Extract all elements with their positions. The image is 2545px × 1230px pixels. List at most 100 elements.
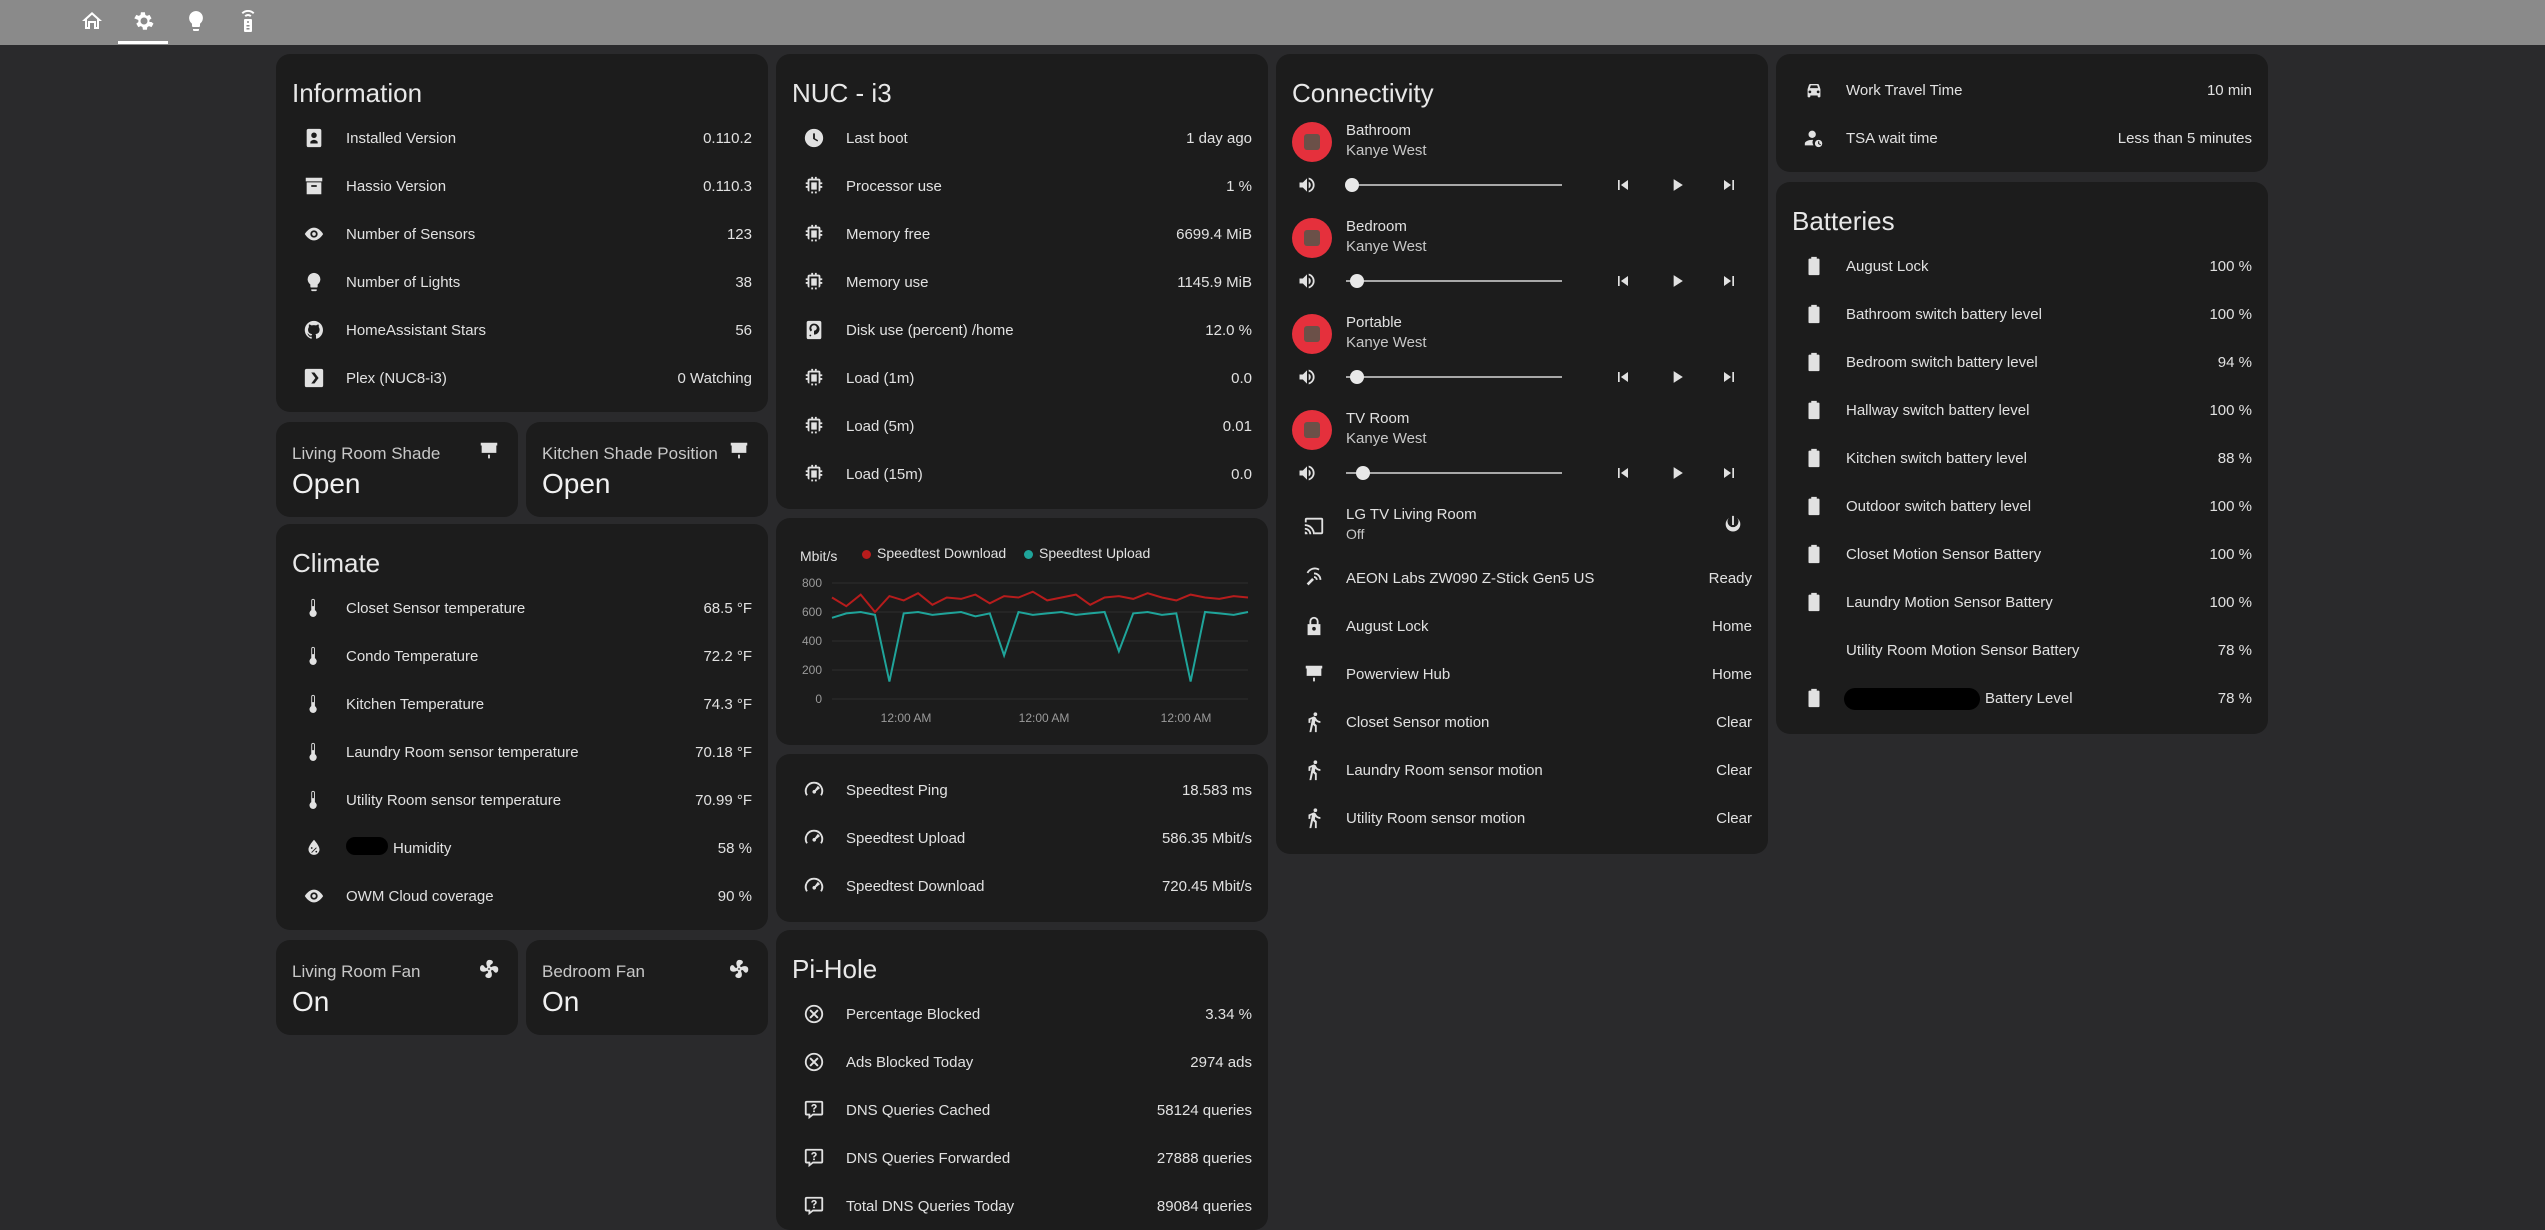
entity-row-load-5m[interactable]: Load (5m) 0.01 bbox=[776, 402, 1268, 450]
entity-row-kitchen-temperature[interactable]: Kitchen Temperature 74.3 °F bbox=[276, 680, 768, 728]
entity-row-memory-free[interactable]: Memory free 6699.4 MiB bbox=[776, 210, 1268, 258]
close-circle-icon bbox=[800, 1000, 828, 1028]
entity-row-ads-blocked-today[interactable]: Ads Blocked Today 2974 ads bbox=[776, 1038, 1268, 1086]
lightbulb-icon[interactable] bbox=[183, 8, 209, 34]
speedtest-graph-card[interactable]: Mbit/s Speedtest Download Speedtest Uplo… bbox=[776, 518, 1268, 745]
volume-slider-track[interactable] bbox=[1346, 280, 1562, 282]
remote-icon[interactable] bbox=[235, 8, 261, 34]
play-icon[interactable] bbox=[1666, 270, 1688, 292]
volume-icon[interactable] bbox=[1296, 462, 1318, 484]
entity-row-august-lock[interactable]: August Lock Home bbox=[1276, 602, 1768, 650]
entity-row-homeassistant-stars[interactable]: HomeAssistant Stars 56 bbox=[276, 306, 768, 354]
entity-value: 586.35 Mbit/s bbox=[1161, 829, 1252, 847]
power-icon[interactable] bbox=[1722, 514, 1746, 538]
entity-row-plex-nuc8-i3[interactable]: Plex (NUC8-i3) 0 Watching bbox=[276, 354, 768, 402]
entity-row-utility-room-motion-sensor-battery[interactable]: Utility Room Motion Sensor Battery 78 % bbox=[1776, 626, 2268, 674]
entity-row-kitchen-switch-battery-level[interactable]: Kitchen switch battery level 88 % bbox=[1776, 434, 2268, 482]
media-player[interactable]: TV Room Kanye West bbox=[1276, 406, 1768, 496]
living-room-shade-card[interactable]: Living Room Shade Open bbox=[276, 422, 518, 517]
skip-next-icon[interactable] bbox=[1718, 366, 1740, 388]
entity-row-bathroom-switch-battery-level[interactable]: Bathroom switch battery level 100 % bbox=[1776, 290, 2268, 338]
volume-slider-track[interactable] bbox=[1346, 376, 1562, 378]
skip-next-icon[interactable] bbox=[1718, 174, 1740, 196]
entity-state: On bbox=[542, 986, 580, 1017]
entity-row-installed-version[interactable]: Installed Version 0.110.2 bbox=[276, 114, 768, 162]
album-art[interactable] bbox=[1292, 122, 1332, 162]
entity-row-august-lock[interactable]: August Lock 100 % bbox=[1776, 242, 2268, 290]
entity-row-laundry-motion-sensor-battery[interactable]: Laundry Motion Sensor Battery 100 % bbox=[1776, 578, 2268, 626]
living-room-fan-card[interactable]: Living Room Fan On bbox=[276, 940, 518, 1035]
entity-row-outdoor-switch-battery-level[interactable]: Outdoor switch battery level 100 % bbox=[1776, 482, 2268, 530]
entity-label: Memory use bbox=[846, 273, 929, 291]
volume-icon[interactable] bbox=[1296, 270, 1318, 292]
album-art[interactable] bbox=[1292, 410, 1332, 450]
play-icon[interactable] bbox=[1666, 174, 1688, 196]
entity-row-owm-cloud-coverage[interactable]: OWM Cloud coverage 90 % bbox=[276, 872, 768, 920]
walk-icon bbox=[1300, 708, 1328, 736]
skip-previous-icon[interactable] bbox=[1612, 462, 1634, 484]
entity-row-processor-use[interactable]: Processor use 1 % bbox=[776, 162, 1268, 210]
entity-row-number-of-sensors[interactable]: Number of Sensors 123 bbox=[276, 210, 768, 258]
entity-value: 100 % bbox=[2209, 305, 2252, 323]
entity-row-memory-use[interactable]: Memory use 1145.9 MiB bbox=[776, 258, 1268, 306]
bedroom-fan-card[interactable]: Bedroom Fan On bbox=[526, 940, 768, 1035]
skip-previous-icon[interactable] bbox=[1612, 270, 1634, 292]
entity-value: 78 % bbox=[2217, 689, 2252, 707]
skip-next-icon[interactable] bbox=[1718, 270, 1740, 292]
skip-next-icon[interactable] bbox=[1718, 462, 1740, 484]
skip-previous-icon[interactable] bbox=[1612, 174, 1634, 196]
entity-row-percentage-blocked[interactable]: Percentage Blocked 3.34 % bbox=[776, 990, 1268, 1038]
entity-row-speedtest-ping[interactable]: Speedtest Ping 18.583 ms bbox=[776, 766, 1268, 814]
entity-row-laundry-room-sensor-temperature[interactable]: Laundry Room sensor temperature 70.18 °F bbox=[276, 728, 768, 776]
entity-row-number-of-lights[interactable]: Number of Lights 38 bbox=[276, 258, 768, 306]
batteries-card: Batteries August Lock 100 % Bathroom switc… bbox=[1776, 182, 2268, 734]
entity-row-speedtest-download[interactable]: Speedtest Download 720.45 Mbit/s bbox=[776, 862, 1268, 910]
entity-row-speedtest-upload[interactable]: Speedtest Upload 586.35 Mbit/s bbox=[776, 814, 1268, 862]
media-player[interactable]: Bedroom Kanye West bbox=[1276, 214, 1768, 304]
entity-row-disk-use-percent-home[interactable]: Disk use (percent) /home 12.0 % bbox=[776, 306, 1268, 354]
comment-question-icon bbox=[800, 1096, 828, 1124]
entity-row-closet-sensor-temperature[interactable]: Closet Sensor temperature 68.5 °F bbox=[276, 584, 768, 632]
entity-label: Speedtest Upload bbox=[846, 829, 966, 847]
media-player[interactable]: Bathroom Kanye West bbox=[1276, 118, 1768, 208]
skip-previous-icon[interactable] bbox=[1612, 366, 1634, 388]
volume-icon[interactable] bbox=[1296, 174, 1318, 196]
entity-row-dns-queries-forwarded[interactable]: DNS Queries Forwarded 27888 queries bbox=[776, 1134, 1268, 1182]
entity-row-condo-temperature[interactable]: Condo Temperature 72.2 °F bbox=[276, 632, 768, 680]
entity-row-dns-queries-cached[interactable]: DNS Queries Cached 58124 queries bbox=[776, 1086, 1268, 1134]
play-icon[interactable] bbox=[1666, 366, 1688, 388]
entity-row-bedroom-switch-battery-level[interactable]: Bedroom switch battery level 94 % bbox=[1776, 338, 2268, 386]
entity-row-load-15m[interactable]: Load (15m) 0.0 bbox=[776, 450, 1268, 498]
home-icon[interactable] bbox=[79, 8, 105, 34]
entity-row-hallway-switch-battery-level[interactable]: Hallway switch battery level 100 % bbox=[1776, 386, 2268, 434]
entity-row-closet-motion-sensor-battery[interactable]: Closet Motion Sensor Battery 100 % bbox=[1776, 530, 2268, 578]
entity-row-utility-room-sensor-motion[interactable]: Utility Room sensor motion Clear bbox=[1276, 794, 1768, 842]
entity-row-aeon-labs-zw090-z-stick-gen5-us[interactable]: AEON Labs ZW090 Z-Stick Gen5 US Ready bbox=[1276, 554, 1768, 602]
gear-icon[interactable] bbox=[131, 8, 157, 34]
volume-slider-knob[interactable] bbox=[1350, 274, 1364, 288]
play-icon[interactable] bbox=[1666, 462, 1688, 484]
kitchen-shade-card[interactable]: Kitchen Shade Position Open bbox=[526, 422, 768, 517]
album-art[interactable] bbox=[1292, 218, 1332, 258]
volume-icon[interactable] bbox=[1296, 366, 1318, 388]
entity-row-powerview-hub[interactable]: Powerview Hub Home bbox=[1276, 650, 1768, 698]
entity-label: Memory free bbox=[846, 225, 931, 243]
tv-entity-row[interactable]: LG TV Living Room Off bbox=[1276, 502, 1768, 550]
entity-row-utility-room-sensor-temperature[interactable]: Utility Room sensor temperature 70.99 °F bbox=[276, 776, 768, 824]
entity-row-hassio-version[interactable]: Hassio Version 0.110.3 bbox=[276, 162, 768, 210]
entity-row-laundry-room-sensor-motion[interactable]: Laundry Room sensor motion Clear bbox=[1276, 746, 1768, 794]
entity-row-work-travel-time[interactable]: Work Travel Time 10 min bbox=[1776, 66, 2268, 114]
entity-row-tsa-wait-time[interactable]: TSA wait time Less than 5 minutes bbox=[1776, 114, 2268, 162]
album-art[interactable] bbox=[1292, 314, 1332, 354]
entity-label: Installed Version bbox=[346, 129, 457, 147]
volume-slider-track[interactable] bbox=[1346, 472, 1562, 474]
media-player[interactable]: Portable Kanye West bbox=[1276, 310, 1768, 400]
archive-icon bbox=[300, 172, 328, 200]
entity-row-last-boot[interactable]: Last boot 1 day ago bbox=[776, 114, 1268, 162]
volume-slider-track[interactable] bbox=[1346, 184, 1562, 186]
volume-slider-knob[interactable] bbox=[1356, 466, 1370, 480]
volume-slider-knob[interactable] bbox=[1345, 178, 1359, 192]
entity-row-load-1m[interactable]: Load (1m) 0.0 bbox=[776, 354, 1268, 402]
volume-slider-knob[interactable] bbox=[1350, 370, 1364, 384]
entity-row-closet-sensor-motion[interactable]: Closet Sensor motion Clear bbox=[1276, 698, 1768, 746]
